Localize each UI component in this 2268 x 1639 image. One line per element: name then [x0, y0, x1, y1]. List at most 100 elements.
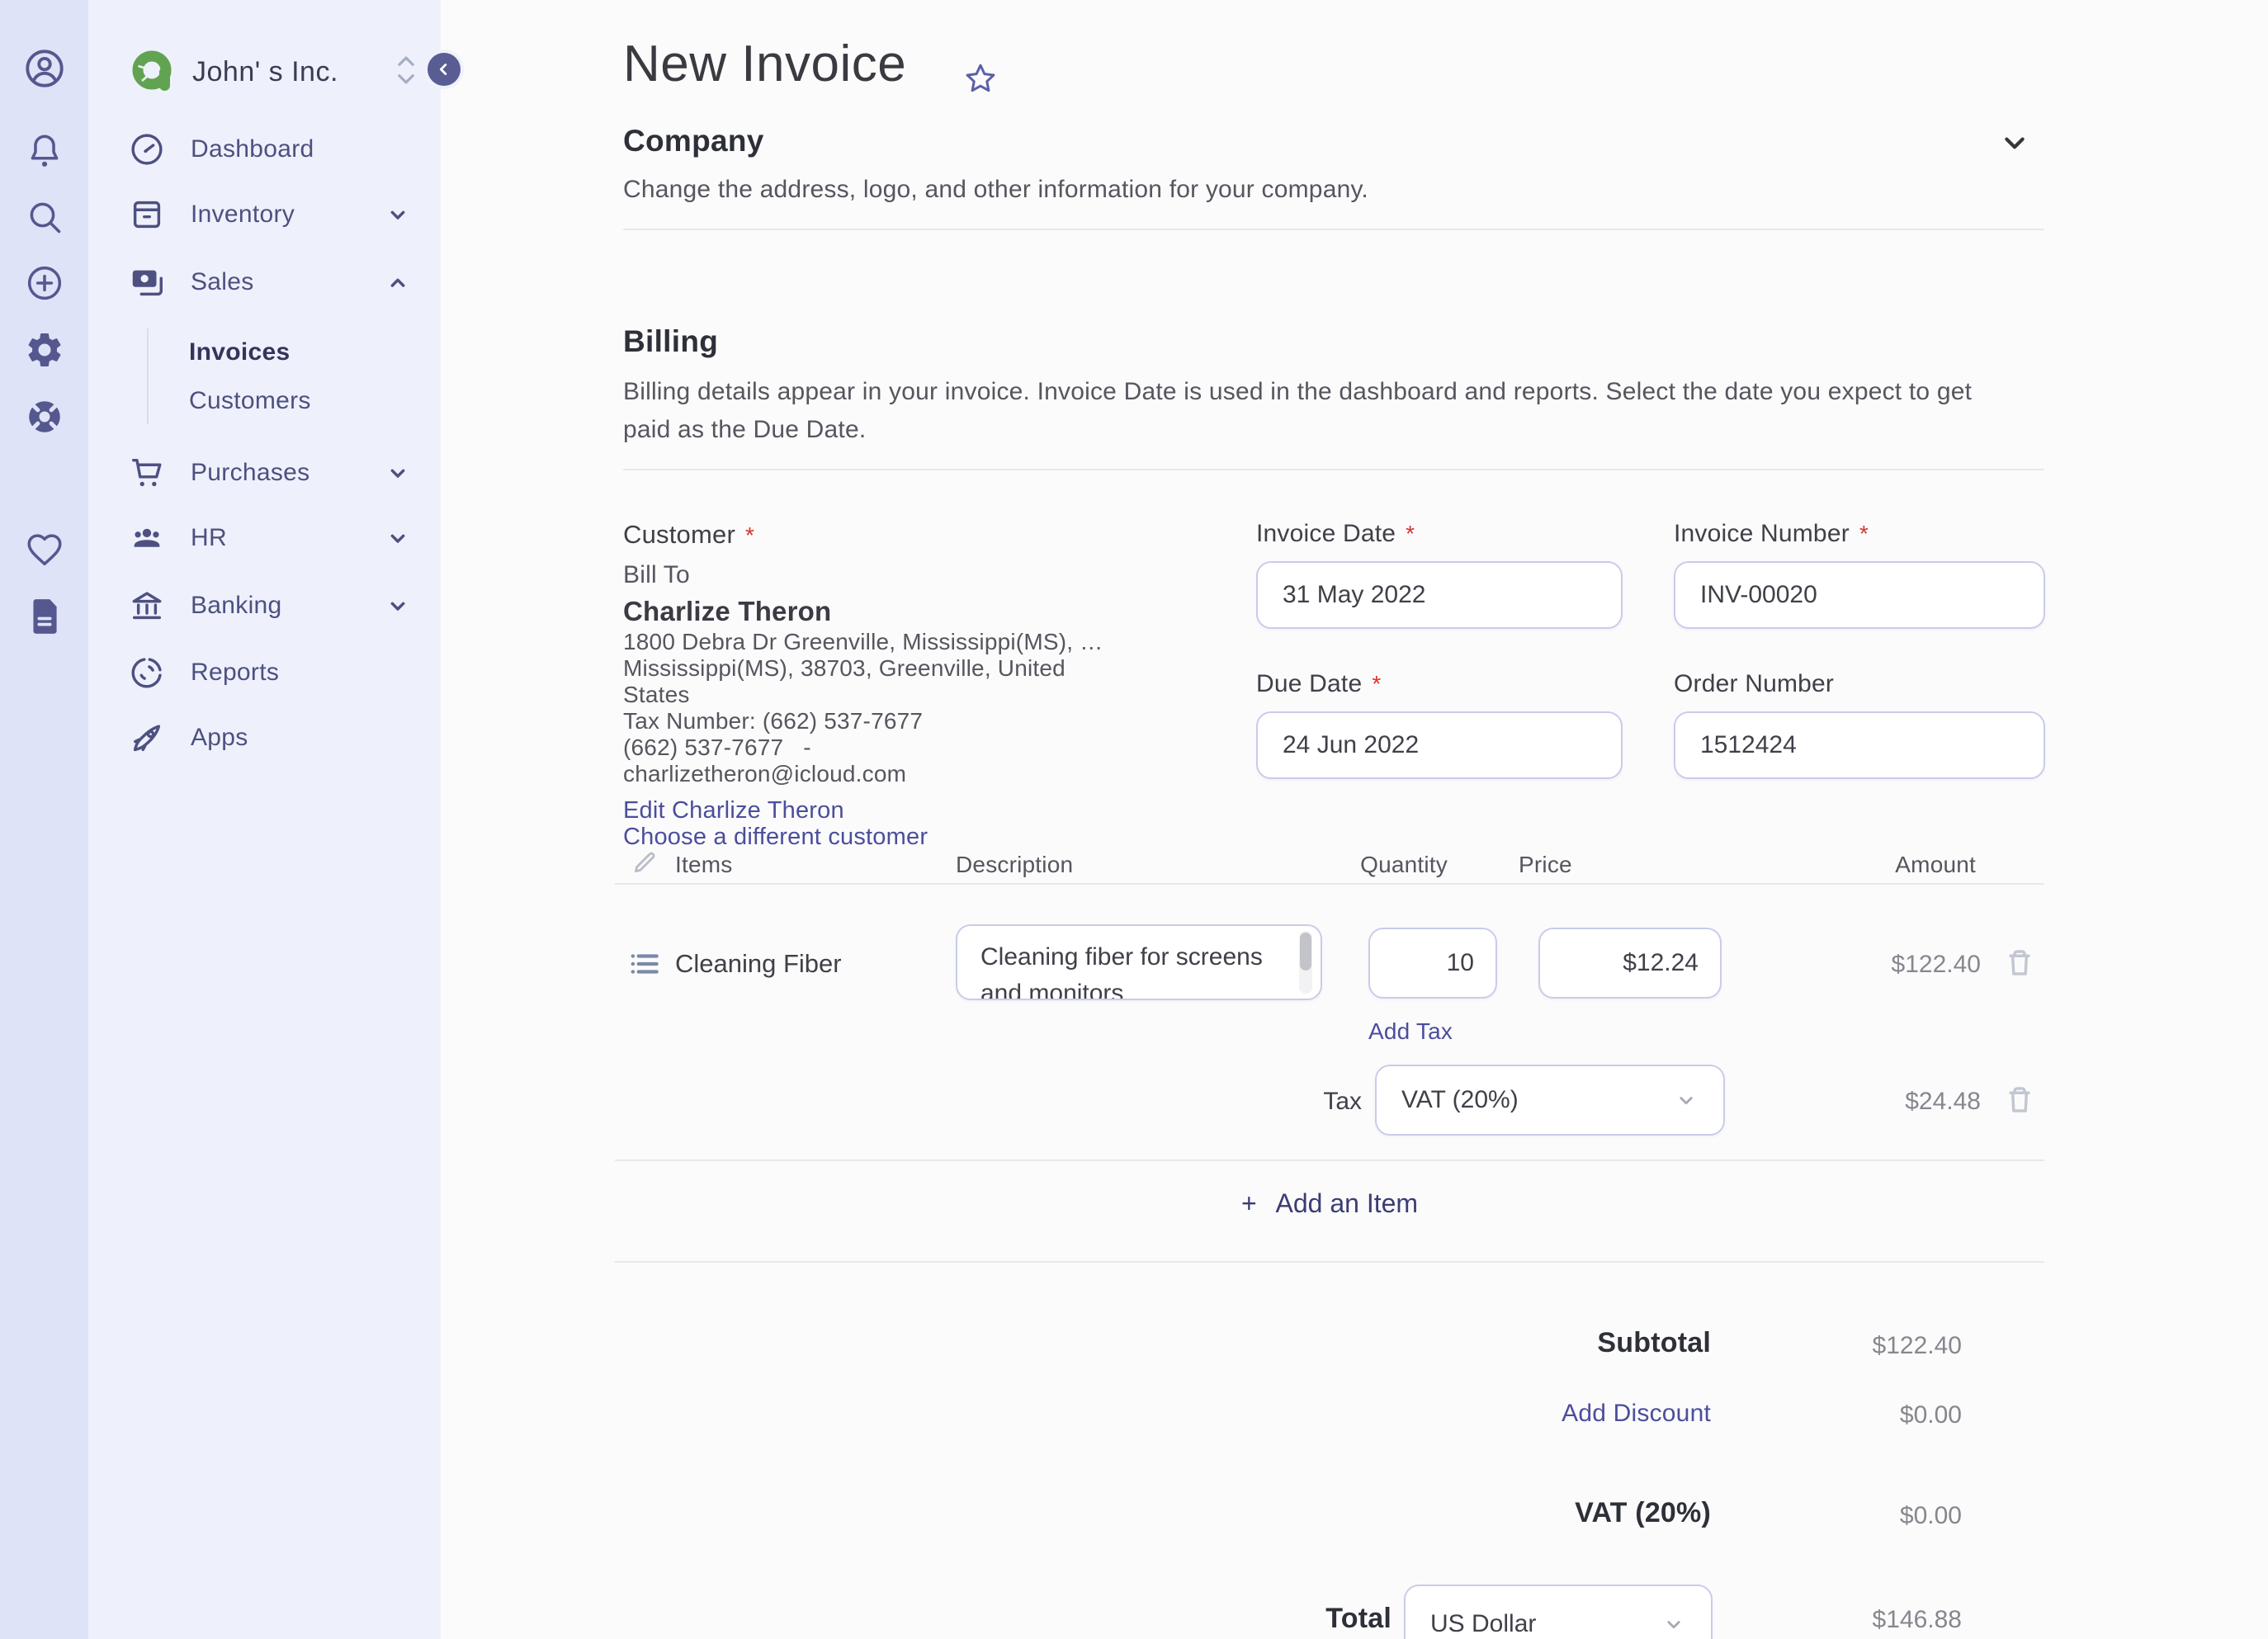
tax-select[interactable]: VAT (20%) [1375, 1065, 1725, 1136]
invoice-number-label: Invoice Number * [1674, 520, 1869, 547]
favorites-heart-icon[interactable] [24, 529, 65, 570]
documents-file-icon[interactable] [24, 596, 65, 637]
company-section-title: Company [623, 124, 764, 158]
vat-total-label: VAT (20%) [1575, 1497, 1711, 1528]
billing-section-description: Billing details appear in your invoice. … [623, 378, 1973, 443]
item-list-icon[interactable] [626, 946, 663, 982]
page-title: New Invoice [623, 35, 907, 92]
sidebar-item-banking[interactable]: Banking [128, 582, 411, 630]
sidebar-item-label: HR [191, 524, 227, 551]
customer-label: Customer * [623, 520, 755, 549]
company-logo[interactable] [128, 43, 181, 96]
apps-rocket-icon [133, 725, 161, 752]
sidebar-item-sales[interactable]: Sales [128, 258, 411, 306]
sidebar-item-reports[interactable]: Reports [128, 649, 411, 697]
account-icon[interactable] [22, 46, 67, 91]
plus-icon: + [1240, 1188, 1257, 1218]
total-label: Total [1325, 1603, 1392, 1634]
main-content: New Invoice Company Change the address, … [441, 0, 2268, 1639]
item-quantity-input[interactable] [1368, 928, 1497, 999]
item-price-input[interactable] [1538, 928, 1722, 999]
invoice-date-input[interactable] [1256, 561, 1623, 629]
sidebar-item-label: Inventory [191, 201, 295, 228]
add-item-button[interactable]: + Add an Item [615, 1188, 2044, 1219]
sidebar-item-label: Sales [191, 268, 254, 295]
sidebar-item-apps[interactable]: Apps [128, 714, 411, 762]
tax-amount: $24.48 [1905, 1088, 1981, 1115]
sidebar: John' s Inc. Dashboard Inventory Sales I… [88, 0, 441, 1639]
purchases-cart-icon [131, 458, 162, 487]
order-number-input[interactable] [1674, 711, 2045, 779]
company-switcher-icon[interactable] [392, 51, 420, 89]
required-asterisk: * [744, 522, 755, 548]
chevron-down-icon [1674, 1088, 1699, 1112]
description-column-header: Description [956, 852, 1074, 877]
customer-address-line: States [623, 682, 690, 707]
sidebar-collapse-button[interactable] [428, 53, 461, 86]
chevron-down-icon [1661, 1612, 1686, 1637]
vat-total-value: $0.00 [1899, 1502, 1962, 1529]
sidebar-item-label: Apps [191, 724, 248, 751]
search-icon[interactable] [24, 196, 65, 238]
textarea-scrollbar-thumb[interactable] [1300, 933, 1311, 971]
divider [623, 229, 2044, 230]
company-section-description: Change the address, logo, and other info… [623, 176, 1368, 203]
customer-email: charlizetheron@icloud.com [623, 761, 907, 786]
divider [615, 1160, 2044, 1161]
sidebar-item-invoices[interactable]: Invoices [189, 332, 290, 373]
customer-address-line: 1800 Debra Dr Greenville, Mississippi(MS… [623, 629, 1103, 654]
required-asterisk: * [1859, 521, 1869, 546]
delete-tax-trash-icon[interactable] [2002, 1083, 2037, 1117]
table-header-divider [615, 883, 2044, 885]
company-name[interactable]: John' s Inc. [192, 56, 338, 88]
subtotal-label: Subtotal [1597, 1327, 1711, 1358]
items-column-header: Items [675, 852, 733, 877]
currency-select[interactable]: US Dollar [1404, 1585, 1713, 1639]
due-date-label: Due Date * [1256, 670, 1382, 697]
price-column-header: Price [1519, 852, 1572, 877]
chevron-left-icon [439, 64, 447, 75]
delete-item-trash-icon[interactable] [2002, 946, 2037, 980]
support-lifebuoy-icon[interactable] [24, 396, 65, 437]
customer-tax-number: Tax Number: (662) 537-7677 [623, 708, 924, 734]
sidebar-item-label: Dashboard [191, 135, 314, 163]
sidebar-item-inventory[interactable]: Inventory [128, 191, 411, 239]
required-asterisk: * [1406, 521, 1415, 546]
due-date-input[interactable] [1256, 711, 1623, 779]
reports-pie-icon [131, 658, 162, 688]
sidebar-item-customers[interactable]: Customers [189, 380, 311, 422]
edit-items-pencil-icon[interactable] [631, 848, 659, 876]
add-item-label: Add an Item [1275, 1188, 1419, 1218]
sales-payments-icon [132, 270, 163, 296]
add-discount-link[interactable]: Add Discount [1216, 1400, 1711, 1428]
currency-select-value: US Dollar [1430, 1610, 1537, 1637]
edit-customer-link[interactable]: Edit Charlize Theron [623, 797, 844, 824]
textarea-scrollbar-track [1299, 931, 1312, 994]
invoice-number-input[interactable] [1674, 561, 2045, 629]
favorite-star-icon[interactable] [961, 59, 1000, 99]
chevron-down-icon [385, 201, 411, 228]
sidebar-item-dashboard[interactable]: Dashboard [128, 125, 411, 173]
add-tax-link[interactable]: Add Tax [1368, 1018, 1453, 1045]
banking-bank-icon [132, 592, 162, 620]
sidebar-item-label: Reports [191, 659, 280, 686]
divider [615, 1261, 2044, 1263]
sidebar-item-hr[interactable]: HR [128, 514, 411, 562]
settings-gear-icon[interactable] [24, 329, 65, 371]
add-plus-circle-icon[interactable] [24, 262, 65, 304]
chevron-down-icon [385, 525, 411, 551]
sidebar-item-label: Banking [191, 592, 282, 619]
item-description-textarea[interactable]: Cleaning fiber for screens and monitors [956, 924, 1322, 1000]
sidebar-item-purchases[interactable]: Purchases [128, 449, 411, 497]
inventory-box-icon [133, 201, 161, 229]
notifications-bell-icon[interactable] [24, 130, 65, 172]
tax-label: Tax [1323, 1088, 1362, 1115]
company-collapse-chevron-icon[interactable] [1997, 125, 2032, 160]
bill-to-label: Bill To [623, 561, 690, 588]
required-asterisk: * [1372, 671, 1382, 697]
amount-column-header: Amount [1895, 852, 1976, 877]
choose-customer-link[interactable]: Choose a different customer [623, 824, 928, 851]
hr-people-icon [134, 528, 160, 547]
item-name: Cleaning Fiber [675, 949, 842, 978]
customer-phone: (662) 537-7677 - [623, 734, 811, 760]
